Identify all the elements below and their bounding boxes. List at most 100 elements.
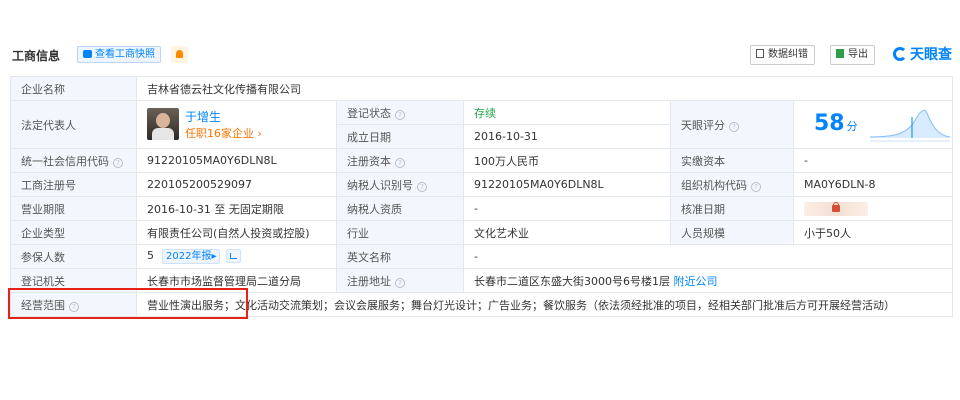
org-code-key: 组织机构代码?	[670, 172, 794, 197]
scope-value: 营业性演出服务；文化活动交流策划；会议会展服务；舞台灯光设计；广告业务；餐饮服务…	[136, 292, 953, 317]
section-header: 工商信息 查看工商快照 数据纠错 导出 天眼查	[10, 44, 952, 66]
table-row: 企业类型 有限责任公司(自然人投资或控股) 行业 文化艺术业 人员规模 小于50…	[10, 220, 953, 245]
term-value: 2016-10-31 至 无固定期限	[136, 196, 337, 221]
insured-cell: 5 2022年报▸	[136, 244, 337, 269]
legal-rep-positions-label: 任职16家企业	[185, 126, 254, 140]
taxpayer-qual-value: -	[463, 196, 671, 221]
table-row: 企业名称 吉林省德云社文化传播有限公司	[10, 76, 953, 101]
help-icon[interactable]: ?	[729, 121, 739, 132]
score-key: 天眼评分?	[670, 100, 794, 149]
help-icon[interactable]: ?	[113, 157, 123, 168]
brand-logo: 天眼查	[893, 44, 952, 64]
capital-key: 注册资本?	[336, 148, 464, 173]
help-icon[interactable]: ?	[395, 157, 405, 168]
scope-key: 经营范围?	[10, 292, 137, 317]
type-value: 有限责任公司(自然人投资或控股)	[136, 220, 337, 245]
paid-capital-value: -	[793, 148, 953, 173]
score-cell[interactable]: 58 分	[793, 100, 953, 149]
scope-key-label: 经营范围	[21, 298, 65, 312]
taxpayer-id-value: 91220105MA0Y6DLN8L	[463, 172, 671, 197]
reg-status-value: 存续	[463, 100, 671, 125]
address-key: 注册地址?	[336, 268, 464, 293]
reg-no-key: 工商注册号	[10, 172, 137, 197]
industry-key: 行业	[336, 220, 464, 245]
capital-key-label: 注册资本	[347, 154, 391, 168]
table-row: 工商注册号 220105200529097 纳税人识别号? 91220105MA…	[10, 172, 953, 197]
industry-value: 文化艺术业	[463, 220, 671, 245]
type-key: 企业类型	[10, 220, 137, 245]
table-row: 统一社会信用代码? 91220105MA0Y6DLN8L 注册资本? 100万人…	[10, 148, 953, 173]
tianyancha-logo-icon	[893, 47, 907, 61]
score-value: 58 分	[814, 111, 858, 136]
legal-rep-key: 法定代表人	[10, 100, 137, 149]
table-row: 法定代表人 于增生 任职16家企业 › 登记状态? 存续 天眼评分? 58 分	[10, 100, 953, 149]
reg-no-value: 220105200529097	[136, 172, 337, 197]
data-correction-button[interactable]: 数据纠错	[750, 45, 815, 65]
score-number: 58	[814, 110, 845, 136]
score-distribution-icon	[869, 109, 951, 141]
company-name-key: 企业名称	[10, 76, 137, 101]
help-icon[interactable]: ?	[69, 301, 79, 312]
nearby-companies-link[interactable]: 附近公司	[674, 275, 718, 288]
bell-icon[interactable]	[171, 46, 188, 63]
brand-name: 天眼查	[910, 47, 952, 63]
table-row: 经营范围? 营业性演出服务；文化活动交流策划；会议会展服务；舞台灯光设计；广告业…	[10, 292, 953, 317]
staff-size-key: 人员规模	[670, 220, 794, 245]
address-key-label: 注册地址	[347, 274, 391, 288]
document-icon	[756, 49, 764, 58]
business-info-table: 企业名称 吉林省德云社文化传播有限公司 法定代表人 于增生 任职16家企业 › …	[10, 76, 953, 317]
paid-capital-key: 实缴资本	[670, 148, 794, 173]
insured-key: 参保人数	[10, 244, 137, 269]
lock-icon[interactable]	[804, 201, 868, 216]
address-value: 长春市二道区东盛大街3000号6号楼1层	[474, 274, 670, 288]
established-value: 2016-10-31	[463, 124, 671, 149]
taxpayer-id-key: 纳税人识别号?	[336, 172, 464, 197]
capital-value: 100万人民币	[463, 148, 671, 173]
reg-status-key: 登记状态?	[336, 100, 464, 125]
approval-date-key: 核准日期	[670, 196, 794, 221]
company-name-value: 吉林省德云社文化传播有限公司	[136, 76, 953, 101]
section-title: 工商信息	[12, 49, 61, 63]
approval-date-value[interactable]	[793, 196, 953, 221]
credit-code-key-label: 统一社会信用代码	[21, 154, 109, 168]
reg-status-key-label: 登记状态	[347, 106, 391, 120]
trend-chart-icon[interactable]	[226, 249, 242, 263]
address-cell: 长春市二道区东盛大街3000号6号楼1层 附近公司	[463, 268, 953, 293]
legal-rep-cell: 于增生 任职16家企业 ›	[136, 100, 337, 149]
help-icon[interactable]: ?	[395, 109, 405, 120]
excel-icon	[836, 49, 844, 58]
export-label: 导出	[848, 49, 868, 60]
authority-value: 长春市市场监督管理局二道分局	[136, 268, 337, 293]
insured-value: 5	[147, 249, 154, 262]
legal-rep-positions-link[interactable]: 任职16家企业 ›	[185, 125, 262, 141]
export-button[interactable]: 导出	[830, 45, 875, 65]
score-key-label: 天眼评分	[681, 118, 725, 132]
annual-report-link[interactable]: 2022年报▸	[162, 249, 221, 264]
view-snapshot-button[interactable]: 查看工商快照	[77, 46, 161, 63]
authority-key: 登记机关	[10, 268, 137, 293]
taxpayer-id-key-label: 纳税人识别号	[347, 178, 413, 192]
avatar[interactable]	[147, 107, 179, 140]
annual-report-label: 2022年报	[166, 251, 212, 262]
org-code-key-label: 组织机构代码	[681, 178, 747, 192]
help-icon[interactable]: ?	[751, 181, 761, 192]
staff-size-value: 小于50人	[793, 220, 953, 245]
score-unit: 分	[846, 119, 858, 133]
table-row: 营业期限 2016-10-31 至 无固定期限 纳税人资质 - 核准日期	[10, 196, 953, 221]
term-key: 营业期限	[10, 196, 137, 221]
established-key: 成立日期	[336, 124, 464, 149]
camera-icon	[83, 50, 92, 58]
help-icon[interactable]: ?	[417, 181, 427, 192]
english-name-key: 英文名称	[336, 244, 464, 269]
org-code-value: MA0Y6DLN-8	[793, 172, 953, 197]
credit-code-value: 91220105MA0Y6DLN8L	[136, 148, 337, 173]
view-snapshot-label: 查看工商快照	[95, 49, 155, 60]
data-correction-label: 数据纠错	[768, 49, 808, 60]
table-row: 参保人数 5 2022年报▸ 英文名称 -	[10, 244, 953, 269]
credit-code-key: 统一社会信用代码?	[10, 148, 137, 173]
table-row: 登记机关 长春市市场监督管理局二道分局 注册地址? 长春市二道区东盛大街3000…	[10, 268, 953, 293]
legal-rep-name-link[interactable]: 于增生	[185, 108, 221, 125]
english-name-value: -	[463, 244, 953, 269]
taxpayer-qual-key: 纳税人资质	[336, 196, 464, 221]
help-icon[interactable]: ?	[395, 277, 405, 288]
